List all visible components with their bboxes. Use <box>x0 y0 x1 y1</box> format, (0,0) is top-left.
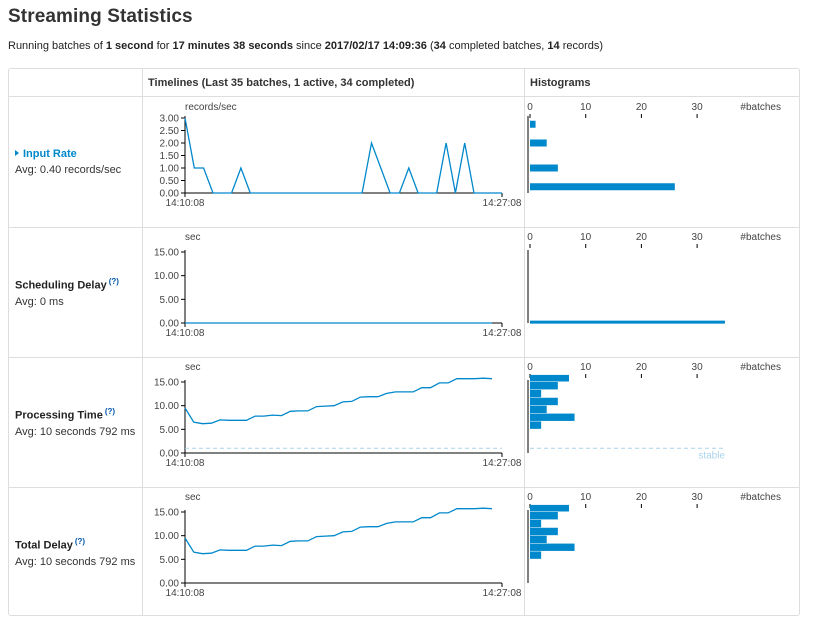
batch-interval: 1 second <box>105 40 154 52</box>
metric-total-delay: Total Delay (?) Avg: 10 seconds 792 ms <box>15 537 135 568</box>
completed-batches: 34 <box>433 40 446 52</box>
subtitle-text: ( <box>426 40 434 52</box>
stats-table: Timelines (Last 35 batches, 1 active, 34… <box>8 68 800 616</box>
metric-label: Scheduling Delay <box>15 279 107 292</box>
metric-avg: Avg: 10 seconds 792 ms <box>15 555 136 568</box>
histograms-header: Histograms <box>524 69 799 97</box>
metric-label-wrap: Total Delay (?) <box>15 537 135 552</box>
timelines-header: Timelines (Last 35 batches, 1 active, 34… <box>142 69 524 97</box>
metric-label: Total Delay <box>15 539 73 552</box>
start-time: 2017/02/17 14:09:36 <box>324 40 427 52</box>
metric-processing-time: Processing Time (?) Avg: 10 seconds 792 m… <box>15 407 135 438</box>
metric-scheduling-delay: Scheduling Delay (?) Avg: 0 ms <box>15 277 119 308</box>
row-divider <box>9 357 799 358</box>
help-tooltip-icon[interactable]: (?) <box>109 277 119 286</box>
subtitle-text: for <box>153 40 173 52</box>
metric-avg: Avg: 0 ms <box>15 295 64 308</box>
caret-right-icon <box>15 150 19 156</box>
metric-label-wrap: Scheduling Delay (?) <box>15 277 119 292</box>
metric-label: Processing Time <box>15 409 103 422</box>
metric-label: Input Rate <box>23 148 77 160</box>
uptime: 17 minutes 38 seconds <box>172 40 293 52</box>
page-title: Streaming Statistics <box>8 6 193 27</box>
subtitle-text: records) <box>559 40 604 52</box>
subtitle: Running batches of 1 second for 17 minut… <box>8 40 603 52</box>
metric-label-wrap: Processing Time (?) <box>15 407 135 422</box>
subtitle-text: Running batches of <box>8 40 106 52</box>
metric-input-rate: Input Rate Avg: 0.40 records/sec <box>15 148 121 176</box>
metric-avg: Avg: 10 seconds 792 ms <box>15 425 136 438</box>
metric-avg: Avg: 0.40 records/sec <box>15 164 122 176</box>
column-divider <box>142 69 143 615</box>
help-tooltip-icon[interactable]: (?) <box>105 407 115 416</box>
input-rate-link[interactable]: Input Rate <box>15 148 121 160</box>
column-divider <box>524 69 525 615</box>
metric-column-header <box>9 69 142 97</box>
row-divider <box>9 487 799 488</box>
records-count: 14 <box>547 40 560 52</box>
subtitle-text: since <box>292 40 325 52</box>
row-divider <box>9 227 799 228</box>
help-tooltip-icon[interactable]: (?) <box>75 537 85 546</box>
subtitle-text: completed batches, <box>445 40 548 52</box>
